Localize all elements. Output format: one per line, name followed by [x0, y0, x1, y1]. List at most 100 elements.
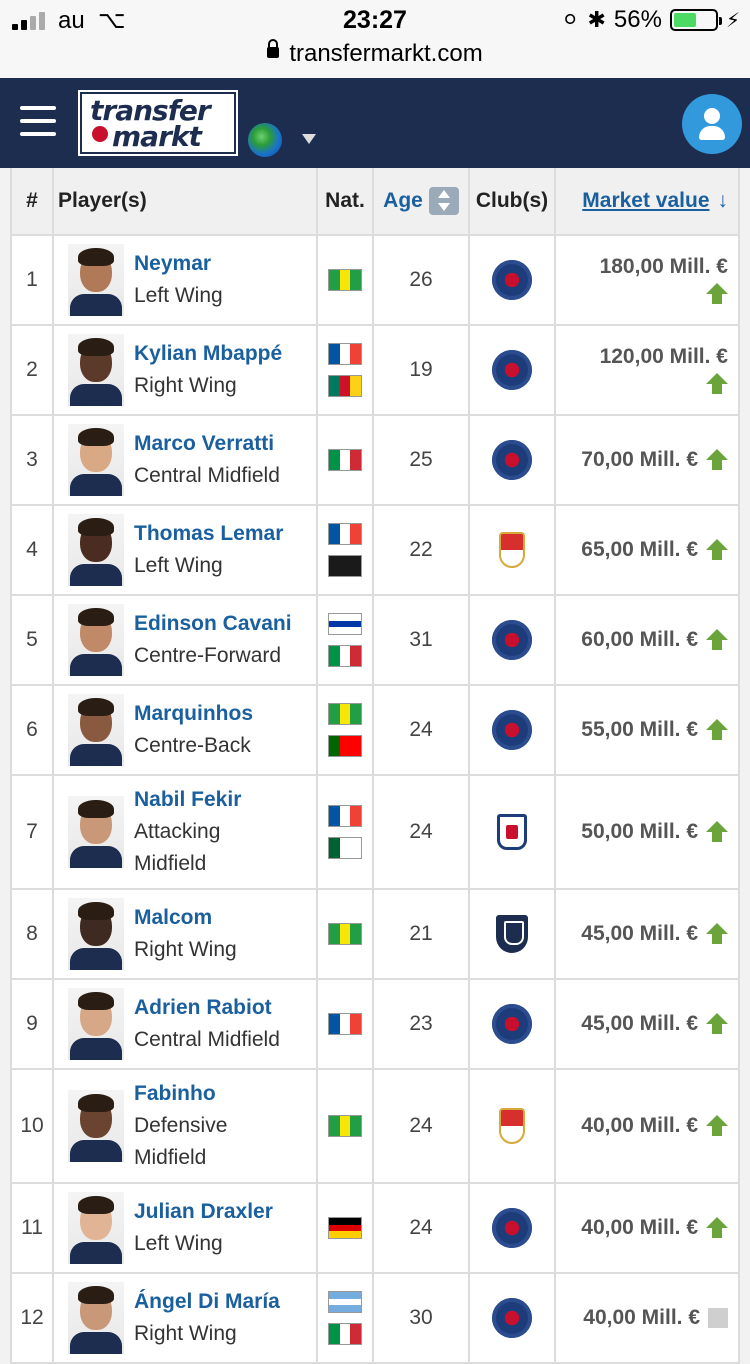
player-position: Centre-Back	[134, 734, 251, 757]
brazil-flag-icon	[328, 923, 362, 945]
player-name-link[interactable]: Marco Verratti	[134, 428, 280, 460]
germany-flag-icon	[328, 1217, 362, 1239]
player-photo[interactable]	[68, 898, 124, 970]
market-value-cell: 45,00 Mill. €	[556, 980, 740, 1070]
monaco-crest-icon[interactable]	[499, 532, 525, 568]
age-cell: 24	[374, 686, 470, 776]
player-cell: Thomas Lemar Left Wing	[54, 506, 318, 596]
rank-cell: 3	[10, 416, 54, 506]
rank-cell: 5	[10, 596, 54, 686]
player-name-link[interactable]: Fabinho	[134, 1078, 264, 1110]
market-value-cell: 60,00 Mill. €	[556, 596, 740, 686]
player-name-link[interactable]: Julian Draxler	[134, 1196, 273, 1228]
psg-crest-icon[interactable]	[492, 710, 532, 750]
uruguay-flag-icon	[328, 613, 362, 635]
player-photo[interactable]	[68, 796, 124, 868]
player-name-link[interactable]: Kylian Mbappé	[134, 338, 282, 370]
market-value-sort-link[interactable]: Market value	[582, 189, 709, 213]
bluetooth-icon: ✱	[587, 7, 606, 32]
user-account-button[interactable]	[682, 94, 742, 154]
club-cell	[470, 890, 556, 980]
nationality-cell	[318, 1070, 374, 1184]
rank-cell: 11	[10, 1184, 54, 1274]
player-name-link[interactable]: Marquinhos	[134, 698, 253, 730]
age-header-label[interactable]: Age	[383, 189, 423, 213]
player-name-link[interactable]: Thomas Lemar	[134, 518, 283, 550]
menu-icon[interactable]	[20, 106, 56, 136]
psg-crest-icon[interactable]	[492, 260, 532, 300]
player-name-link[interactable]: Adrien Rabiot	[134, 992, 280, 1024]
nationality-cell	[318, 596, 374, 686]
psg-crest-icon[interactable]	[492, 1298, 532, 1338]
player-photo[interactable]	[68, 514, 124, 586]
psg-crest-icon[interactable]	[492, 350, 532, 390]
monaco-crest-icon[interactable]	[499, 1108, 525, 1144]
player-photo[interactable]	[68, 1282, 124, 1354]
table-row: 4 Thomas Lemar Left Wing 22 65,00 Mill. €	[10, 506, 740, 596]
market-value-text: 50,00 Mill. €	[581, 820, 698, 843]
player-position: Right Wing	[134, 938, 237, 961]
player-photo[interactable]	[68, 604, 124, 676]
nationality-cell	[318, 686, 374, 776]
player-cell: Adrien Rabiot Central Midfield	[54, 980, 318, 1070]
player-photo[interactable]	[68, 244, 124, 316]
psg-crest-icon[interactable]	[492, 440, 532, 480]
sort-icon[interactable]	[428, 187, 459, 215]
player-photo[interactable]	[68, 988, 124, 1060]
age-cell: 19	[374, 326, 470, 416]
trend-up-icon	[706, 539, 728, 561]
market-value-text: 65,00 Mill. €	[581, 538, 698, 561]
player-name-link[interactable]: Edinson Cavani	[134, 608, 292, 640]
italy-flag-icon	[328, 645, 362, 667]
market-value-text: 55,00 Mill. €	[581, 718, 698, 741]
market-value-cell: 65,00 Mill. €	[556, 506, 740, 596]
psg-crest-icon[interactable]	[492, 1004, 532, 1044]
table-row: 7 Nabil Fekir Attacking Midfield 24 50,00 Mi…	[10, 776, 740, 890]
chevron-down-icon[interactable]	[302, 134, 316, 144]
algeria-flag-icon	[328, 837, 362, 859]
player-cell: Ángel Di María Right Wing	[54, 1274, 318, 1364]
player-position: Right Wing	[134, 1322, 237, 1345]
player-name-link[interactable]: Neymar	[134, 248, 223, 280]
france-flag-icon	[328, 523, 362, 545]
column-header-num: #	[10, 168, 54, 236]
player-name-link[interactable]: Ángel Di María	[134, 1286, 280, 1318]
status-bar: au ⌥ 23:27 ⚪ ✱ 56% ⚡	[0, 0, 750, 40]
france-flag-icon	[328, 805, 362, 827]
market-value-cell: 120,00 Mill. €	[556, 326, 740, 416]
rank-cell: 7	[10, 776, 54, 890]
club-cell	[470, 416, 556, 506]
age-cell: 26	[374, 236, 470, 326]
globe-icon[interactable]	[248, 123, 282, 157]
site-logo[interactable]: transfer markt	[78, 90, 238, 156]
player-name-link[interactable]: Malcom	[134, 902, 237, 934]
player-position: Left Wing	[134, 1232, 223, 1255]
column-header-age[interactable]: Age	[374, 168, 470, 236]
player-photo[interactable]	[68, 1192, 124, 1264]
column-header-club: Club(s)	[470, 168, 556, 236]
table-row: 11 Julian Draxler Left Wing 24 40,00 Mill. €	[10, 1184, 740, 1274]
player-photo[interactable]	[68, 1090, 124, 1162]
market-value-cell: 55,00 Mill. €	[556, 686, 740, 776]
trend-up-icon	[706, 719, 728, 741]
player-name-link[interactable]: Nabil Fekir	[134, 784, 264, 816]
age-cell: 30	[374, 1274, 470, 1364]
address-bar[interactable]: transfermarkt.com	[0, 39, 750, 78]
player-photo[interactable]	[68, 424, 124, 496]
player-position: Left Wing	[134, 554, 223, 577]
club-cell	[470, 980, 556, 1070]
italy-flag-icon	[328, 1323, 362, 1345]
club-cell	[470, 596, 556, 686]
market-value-cell: 45,00 Mill. €	[556, 890, 740, 980]
logo-dot	[92, 126, 108, 142]
bordeaux-crest-icon[interactable]	[496, 915, 528, 953]
lyon-crest-icon[interactable]	[497, 814, 527, 850]
player-photo[interactable]	[68, 694, 124, 766]
player-cell: Marquinhos Centre-Back	[54, 686, 318, 776]
column-header-market-value[interactable]: Market value ↓	[556, 168, 740, 236]
brazil-flag-icon	[328, 269, 362, 291]
psg-crest-icon[interactable]	[492, 1208, 532, 1248]
club-cell	[470, 1070, 556, 1184]
psg-crest-icon[interactable]	[492, 620, 532, 660]
player-photo[interactable]	[68, 334, 124, 406]
